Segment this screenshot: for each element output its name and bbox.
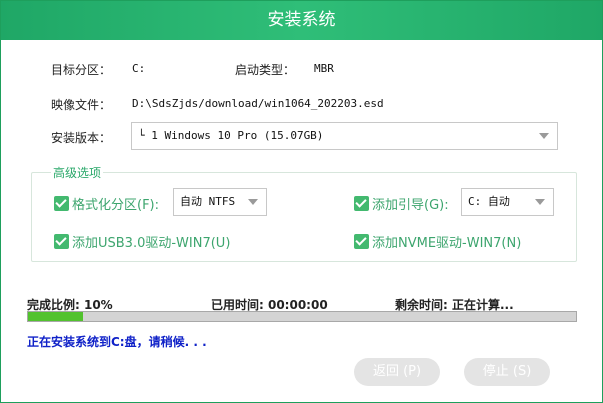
install-progress-bar bbox=[27, 311, 577, 322]
format-partition-label: 格式化分区(F): bbox=[72, 198, 160, 213]
chevron-down-icon bbox=[248, 199, 258, 205]
chevron-down-icon bbox=[539, 133, 549, 139]
add-boot-label: 添加引导(G): bbox=[372, 198, 449, 213]
check-icon bbox=[54, 196, 69, 211]
usb3-driver-checkbox[interactable]: 添加USB3.0驱动-WIN7(U) bbox=[54, 232, 230, 251]
format-filesystem-select[interactable]: 自动 NTFS bbox=[173, 188, 267, 216]
stop-button[interactable]: 停止 (S) bbox=[464, 358, 550, 386]
check-icon bbox=[354, 196, 369, 211]
chevron-down-icon bbox=[535, 199, 545, 205]
nvme-driver-checkbox[interactable]: 添加NVME驱动-WIN7(N) bbox=[354, 232, 521, 251]
install-version-value: └ 1 Windows 10 Pro (15.07GB) bbox=[138, 129, 324, 142]
usb3-driver-label: 添加USB3.0驱动-WIN7(U) bbox=[72, 236, 231, 251]
install-progress-fill bbox=[28, 312, 83, 321]
check-icon bbox=[354, 234, 369, 249]
boot-type-value: MBR bbox=[314, 62, 334, 75]
boot-partition-value: C: 自动 bbox=[468, 195, 510, 208]
image-file-label: 映像文件： bbox=[51, 98, 112, 112]
target-partition-label: 目标分区： bbox=[51, 63, 112, 77]
format-filesystem-value: 自动 NTFS bbox=[180, 195, 236, 208]
boot-partition-select[interactable]: C: 自动 bbox=[461, 188, 554, 216]
check-icon bbox=[54, 234, 69, 249]
target-partition-value: C: bbox=[132, 62, 146, 75]
add-boot-checkbox[interactable]: 添加引导(G): bbox=[354, 194, 449, 213]
window-title: 安装系统 bbox=[1, 1, 602, 40]
format-partition-checkbox[interactable]: 格式化分区(F): bbox=[54, 194, 159, 213]
install-version-select[interactable]: └ 1 Windows 10 Pro (15.07GB) bbox=[131, 122, 558, 150]
advanced-options-title: 高级选项 bbox=[51, 164, 104, 181]
back-button[interactable]: 返回 (P) bbox=[354, 358, 440, 386]
boot-type-label: 启动类型： bbox=[235, 63, 296, 77]
install-version-label: 安装版本： bbox=[51, 131, 112, 145]
nvme-driver-label: 添加NVME驱动-WIN7(N) bbox=[372, 236, 522, 251]
install-window: 安装系统 目标分区： C: 启动类型： MBR 映像文件： D:\SdsZjds… bbox=[0, 0, 603, 403]
install-status-message: 正在安装系统到C:盘，请稍候. . . bbox=[27, 335, 207, 349]
image-file-value: D:\SdsZjds/download/win1064_202203.esd bbox=[132, 97, 384, 110]
